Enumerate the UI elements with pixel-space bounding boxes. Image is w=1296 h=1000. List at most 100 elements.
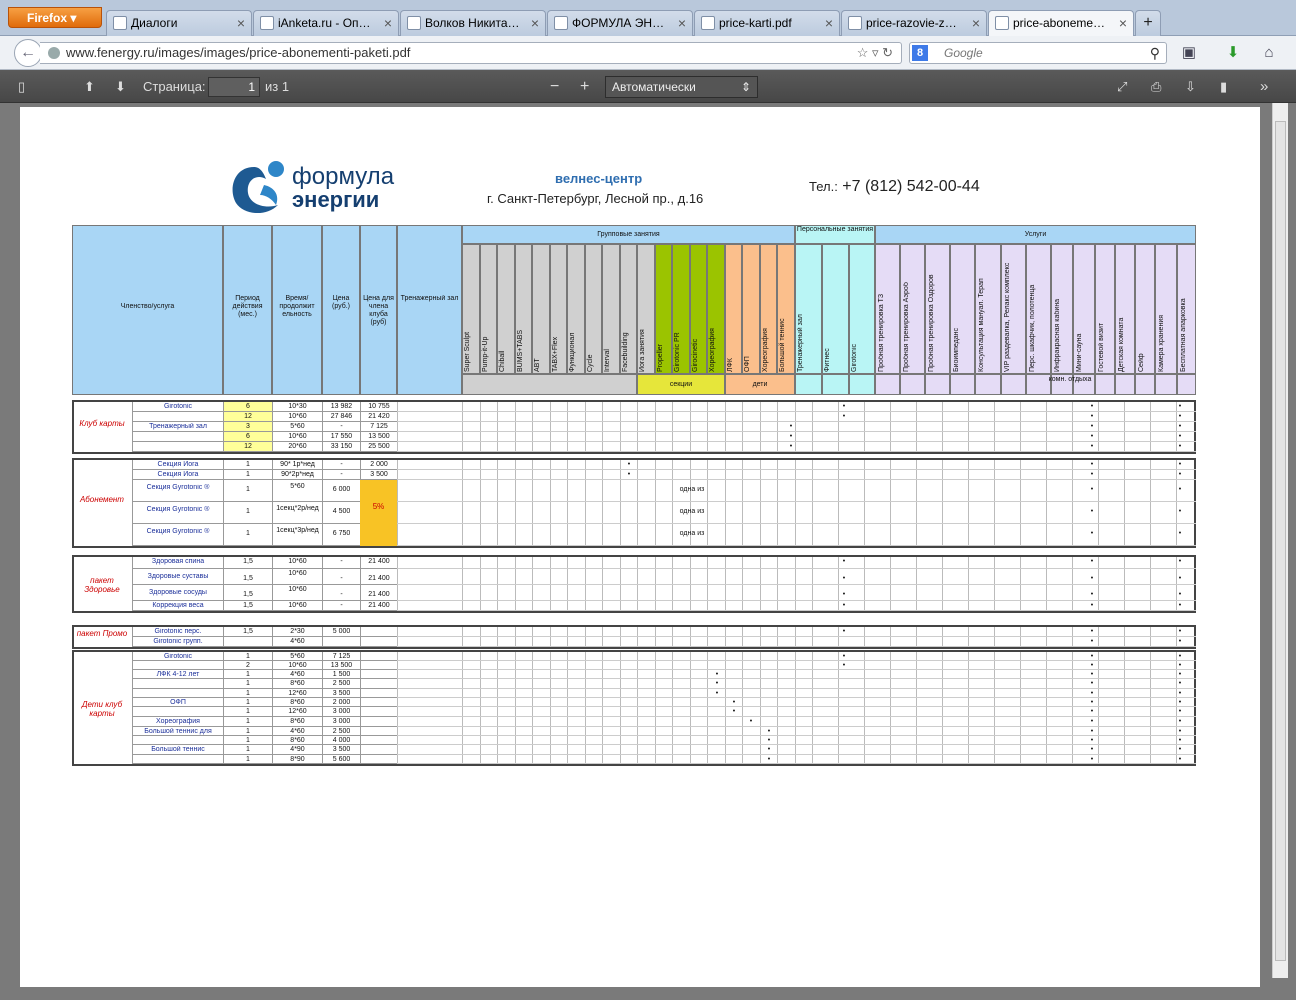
print-icon[interactable]: ⎙ [1151,78,1161,96]
row-period: 1 [223,652,272,661]
tab-1[interactable]: iAnketa.ru - Опр... × [253,10,399,36]
grid-line [514,524,516,546]
row-border [360,679,397,689]
tab-4[interactable]: price-karti.pdf × [694,10,840,36]
dot-mark: • [1090,423,1094,430]
dot-mark: • [1090,558,1094,565]
dot-mark: • [749,718,753,725]
dot-mark: • [842,558,846,565]
tab-3[interactable]: ФОРМУЛА ЭНЕР... × [547,10,693,36]
firefox-menu-button[interactable]: Firefox ▾ [8,7,102,28]
row-member-price: 21 400 [360,557,397,569]
grid-line [742,585,743,601]
back-button[interactable]: ← [14,39,42,67]
tools-menu-icon[interactable]: » [1260,78,1268,96]
vertical-scrollbar[interactable] [1272,103,1288,978]
bookmark-icon[interactable]: ▮ [1220,78,1227,96]
group-col-label: Super Sculpt [464,331,471,372]
dot-mark: • [1090,718,1094,725]
pdf-toolbar: ▯ ⬆ ⬇ Страница: 1 из 1 − + Автоматически… [0,70,1296,103]
zoom-select[interactable]: Автоматически ⇕ [605,76,758,98]
grid-line [890,480,891,502]
grid-line [707,569,708,585]
one-of-label: одна из [679,530,705,537]
close-tab-icon[interactable]: × [972,11,980,35]
grid-line [397,585,398,601]
next-page-icon[interactable]: ⬇ [115,78,126,96]
row-border [132,679,223,689]
service-col-label: VIP раздевалка, Релакс комплекс [1004,262,1011,372]
close-tab-icon[interactable]: × [384,11,392,35]
row-price: - [322,470,360,480]
grid-line [514,569,516,585]
row-border [132,412,223,422]
grid-line [462,524,463,546]
bookmarks-menu-icon[interactable]: ▣ [1178,42,1200,64]
search-input[interactable]: 8 Google ⚲ [909,42,1167,64]
grid-line [637,569,638,585]
row-member-price: 7 125 [360,422,397,432]
row-member-price: 13 500 [360,432,397,442]
grid-line [1150,569,1151,585]
row-period: 12 [223,412,272,422]
dot-mark: • [1178,737,1182,744]
search-icon[interactable]: ⚲ [1150,43,1160,63]
row-time: 10*60 [272,569,322,585]
fullscreen-icon[interactable]: ⤢ [1117,78,1127,96]
discount-cell [360,480,397,546]
tab-2[interactable]: Волков Никита А... × [400,10,546,36]
bookmark-star-icon[interactable]: ☆ ▿ ↻ [857,43,893,63]
new-tab-button[interactable]: + [1135,10,1161,36]
dot-mark: • [842,628,846,635]
grid-line [838,585,839,601]
row-member-price: 21 400 [360,601,397,611]
tab-6[interactable]: price-abonement... × [988,10,1134,36]
home-icon[interactable]: ⌂ [1258,42,1280,64]
scrollbar-thumb[interactable] [1275,121,1286,961]
dot-mark: • [1090,530,1094,537]
dot-mark: • [1090,486,1094,493]
grid-line [397,763,1196,764]
row-time: 5*60 [272,480,322,502]
dot-mark: • [1178,690,1182,697]
close-tab-icon[interactable]: × [531,11,539,35]
row-price: 1 500 [322,670,360,679]
sidebar-toggle-icon[interactable]: ▯ [18,78,25,96]
save-icon[interactable]: ⇩ [1185,78,1196,96]
close-tab-icon[interactable]: × [1119,11,1127,35]
row-period: 1 [223,689,272,698]
grid-line [497,524,498,546]
row-price: 17 550 [322,432,360,442]
url-bar[interactable]: www.fenergy.ru/images/images/price-abone… [40,42,902,64]
tab-label: iAnketa.ru - Опр... [278,16,374,30]
zoom-out-button[interactable]: − [550,78,559,96]
grid-line [397,501,1196,502]
row-border [132,707,223,717]
row-period: 1 [223,502,272,524]
dot-mark: • [1090,461,1094,468]
row-border [132,755,223,764]
dot-mark: • [1090,737,1094,744]
row-price: - [322,557,360,569]
cell-bg [900,374,925,395]
grid-line [812,585,813,601]
close-tab-icon[interactable]: × [825,11,833,35]
tab-5[interactable]: price-razovie-zan... × [841,10,987,36]
service-col-label: Бесплатная апарковка [1180,298,1187,372]
dot-mark: • [842,602,846,609]
row-price: 3 000 [322,707,360,717]
grid-line [567,480,568,502]
grid-line [916,569,917,585]
download-icon[interactable]: ⬇ [1222,42,1244,64]
tab-0[interactable]: Диалоги × [106,10,252,36]
page-number-input[interactable]: 1 [208,77,260,97]
close-tab-icon[interactable]: × [678,11,686,35]
row-price: 2 000 [322,698,360,707]
previous-page-icon[interactable]: ⬆ [84,78,95,96]
close-tab-icon[interactable]: × [237,11,245,35]
row-member-price: 10 755 [360,402,397,412]
dot-mark: • [1178,486,1182,493]
row-price: 3 500 [322,689,360,698]
zoom-in-button[interactable]: + [580,78,589,96]
grid-line [994,585,995,601]
